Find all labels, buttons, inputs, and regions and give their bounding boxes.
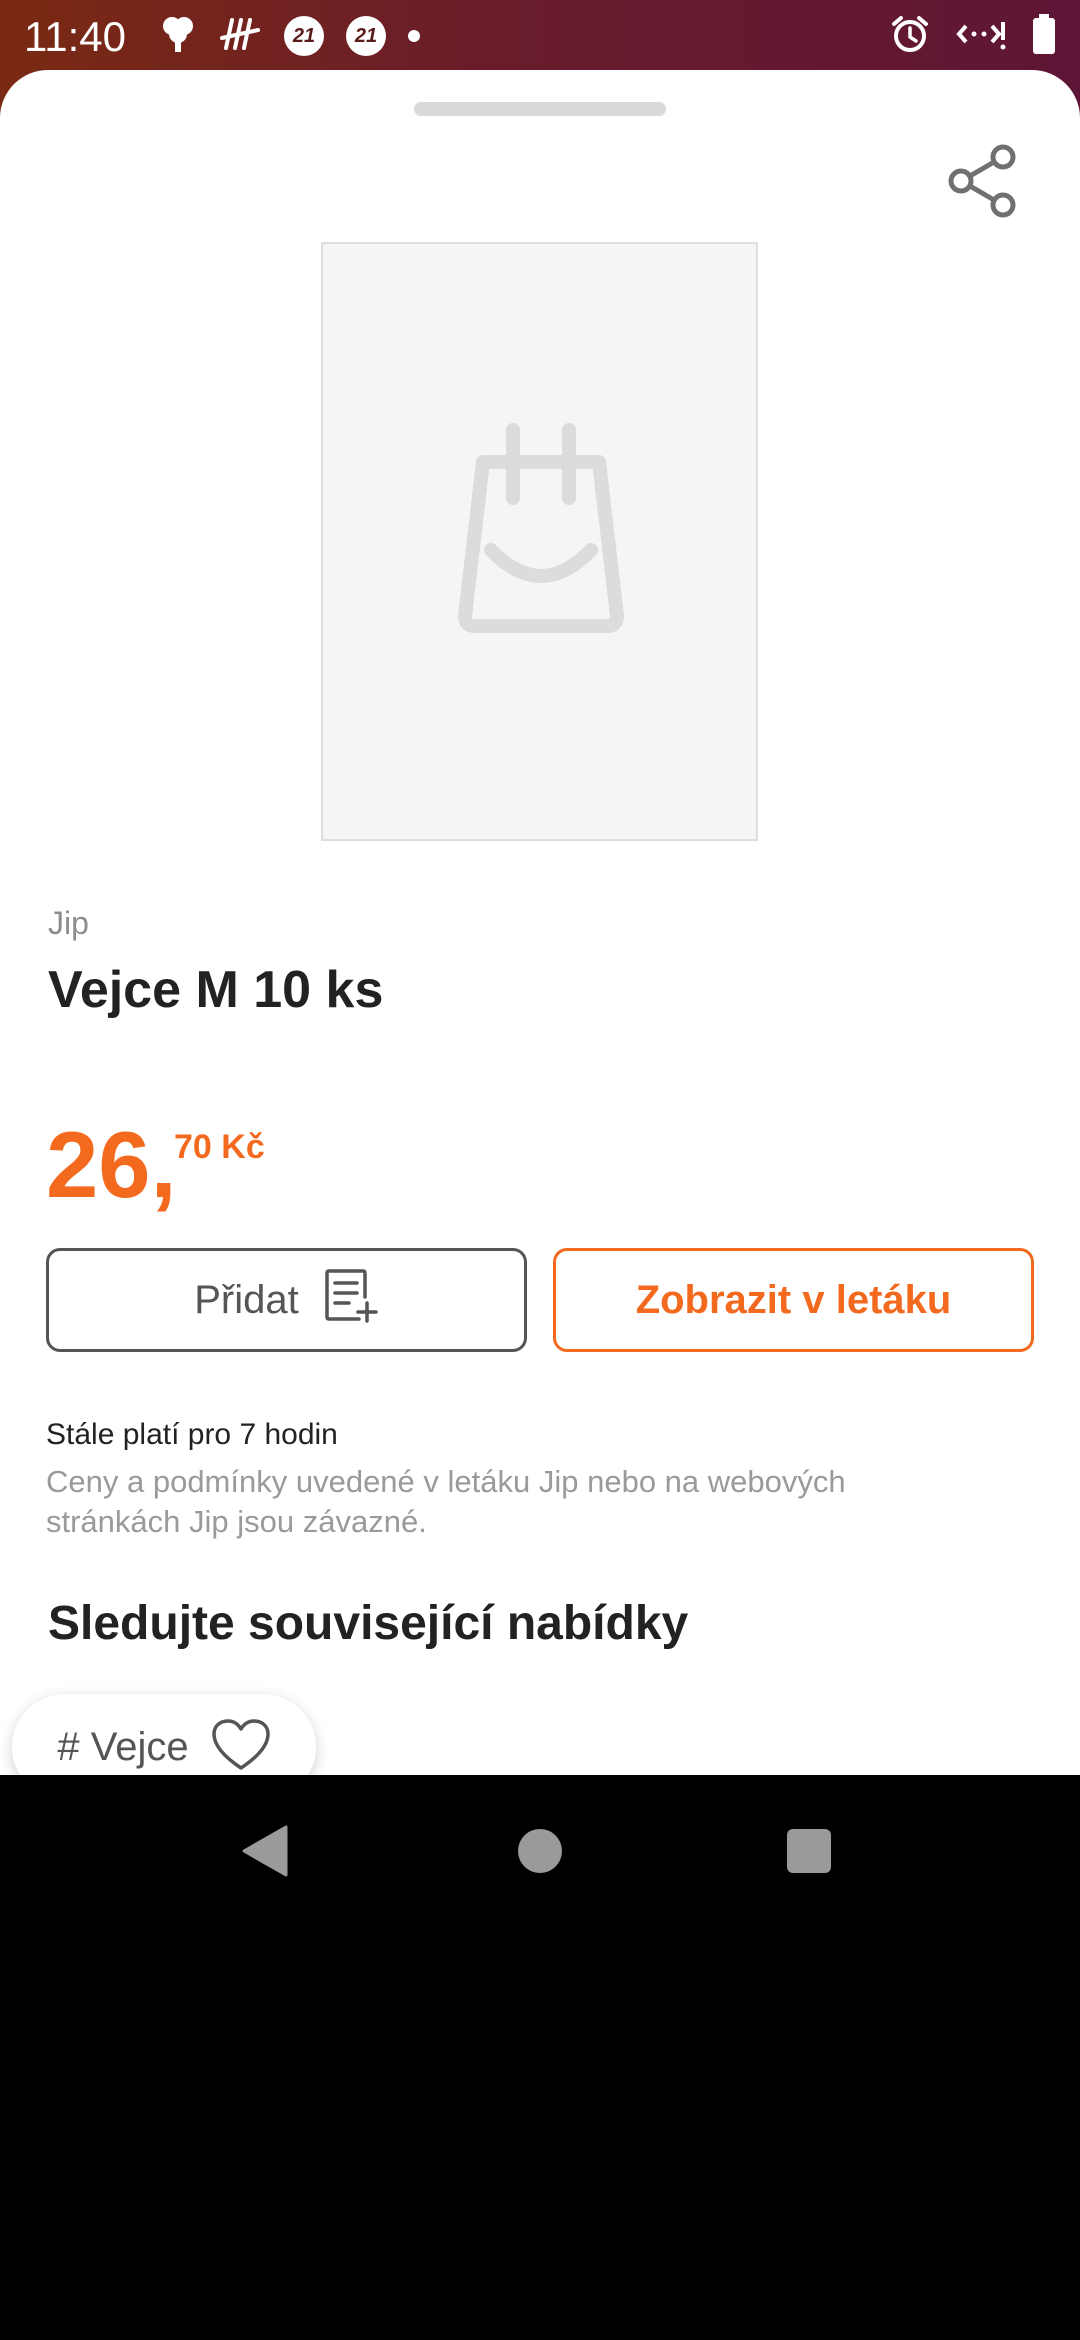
system-nav-bar (0, 1775, 1080, 1925)
price-main: 26, (46, 1112, 177, 1217)
home-icon[interactable] (518, 1829, 562, 1873)
validity-text: Stále platí pro 7 hodin (46, 1418, 338, 1451)
disclaimer-text: Ceny a podmínky uvedené v letáku Jip neb… (46, 1464, 846, 1539)
data-sync-icon (956, 16, 1006, 57)
more-notifications-dot (408, 30, 420, 42)
share-button[interactable] (940, 140, 1026, 226)
tally-icon (218, 16, 262, 57)
recent-apps-icon[interactable] (787, 1829, 831, 1873)
back-icon[interactable] (240, 1825, 288, 1882)
product-title: Vejce M 10 ks (48, 961, 384, 1019)
price-cents: 70 Kč (174, 1128, 265, 1166)
product-image-placeholder (321, 242, 758, 841)
product-brand: Jip (48, 905, 89, 941)
tag-label: # Vejce (57, 1724, 189, 1769)
battery-icon (1032, 13, 1056, 59)
badge-21-icon: 21 (346, 16, 386, 56)
share-icon (945, 143, 1021, 224)
system-icons (890, 10, 1056, 62)
shopping-bag-smile-icon (458, 423, 624, 633)
list-add-icon (323, 1267, 379, 1333)
badge-21-icon: 21 (284, 16, 324, 56)
product-detail-sheet: Jip Vejce M 10 ks 26, 70 Kč Přidat Zobra… (0, 70, 1080, 1800)
add-button-label: Přidat (194, 1277, 299, 1322)
drag-handle[interactable] (414, 102, 666, 116)
heart-icon[interactable] (211, 1718, 271, 1777)
related-offers-title: Sledujte související nabídky (48, 1597, 689, 1650)
notification-icons: 21 21 (160, 10, 420, 62)
add-to-list-button[interactable]: Přidat (46, 1248, 527, 1352)
cloud-tree-icon (160, 14, 196, 59)
view-in-flyer-button[interactable]: Zobrazit v letáku (553, 1248, 1034, 1352)
alarm-icon (890, 14, 930, 59)
status-time: 11:40 (24, 13, 126, 60)
